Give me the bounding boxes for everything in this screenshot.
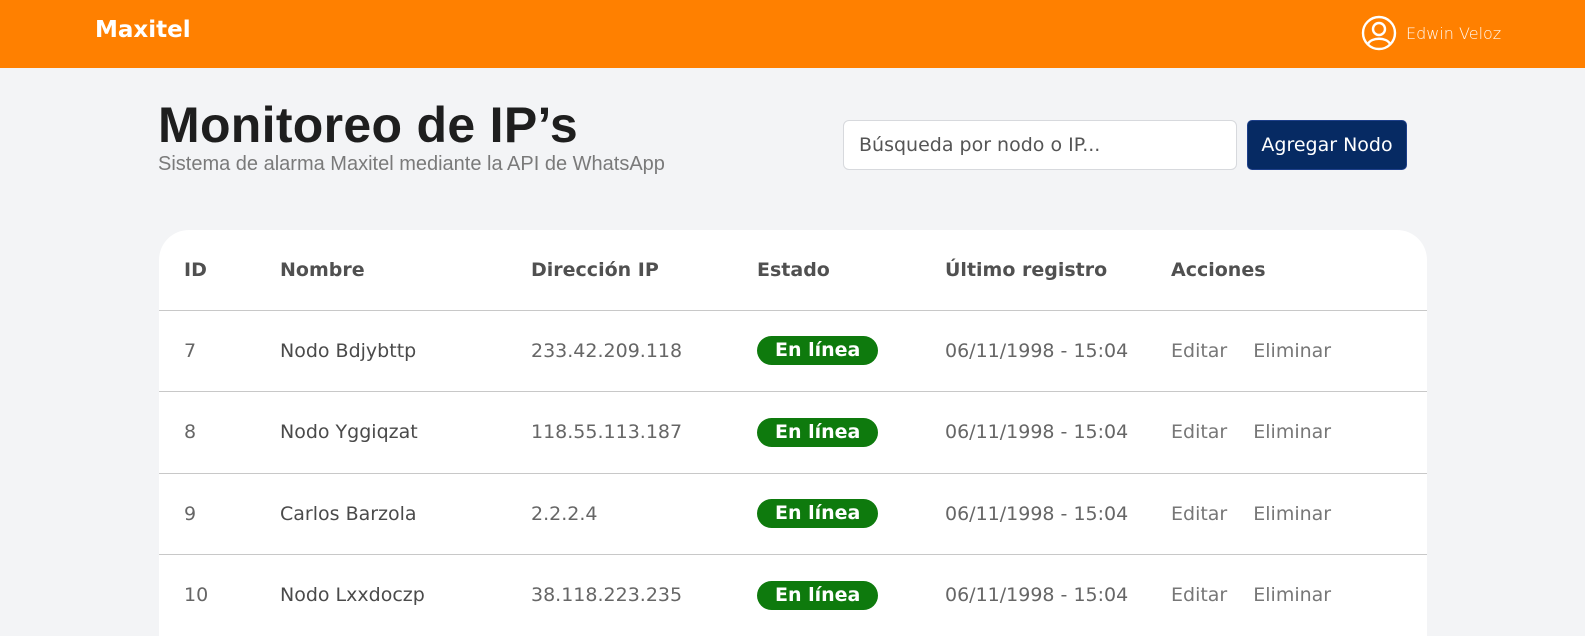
nodes-table: ID Nombre Dirección IP Estado Último reg… bbox=[159, 230, 1427, 636]
cell-last-record: 06/11/1998 - 15:04 bbox=[945, 502, 1129, 525]
cell-name: Nodo Lxxdoczp bbox=[280, 584, 425, 607]
delete-link[interactable]: Eliminar bbox=[1253, 340, 1331, 362]
cell-actions: Editar Eliminar bbox=[1146, 555, 1427, 636]
brand-logo[interactable]: Maxitel bbox=[95, 17, 191, 43]
edit-link[interactable]: Editar bbox=[1171, 503, 1227, 525]
cell-id: 10 bbox=[184, 584, 209, 607]
cell-status: En línea bbox=[732, 310, 920, 392]
edit-link[interactable]: Editar bbox=[1171, 584, 1227, 606]
delete-link[interactable]: Eliminar bbox=[1253, 421, 1331, 443]
cell-ip: 118.55.113.187 bbox=[531, 421, 683, 444]
nodes-table-card: ID Nombre Dirección IP Estado Último reg… bbox=[159, 230, 1427, 636]
cell-actions: Editar Eliminar bbox=[1146, 310, 1427, 392]
cell-last-record: 06/11/1998 - 15:04 bbox=[945, 339, 1129, 362]
table-header-row: ID Nombre Dirección IP Estado Último reg… bbox=[159, 230, 1427, 310]
cell-name: Nodo Bdjybttp bbox=[280, 339, 417, 362]
column-header-actions: Acciones bbox=[1171, 258, 1266, 281]
table-row: 10 Nodo Lxxdoczp 38.118.223.235 En línea… bbox=[159, 555, 1427, 636]
edit-link[interactable]: Editar bbox=[1171, 421, 1227, 443]
column-header-name: Nombre bbox=[280, 258, 365, 281]
page-subtitle: Sistema de alarma Maxitel mediante la AP… bbox=[158, 153, 665, 175]
add-node-button[interactable]: Agregar Nodo bbox=[1247, 120, 1407, 170]
user-menu[interactable]: Edwin Veloz bbox=[1361, 15, 1501, 51]
status-badge: En línea bbox=[757, 417, 879, 447]
status-badge: En línea bbox=[757, 336, 879, 366]
cell-last-record: 06/11/1998 - 15:04 bbox=[945, 421, 1129, 444]
cell-status: En línea bbox=[732, 392, 920, 474]
table-row: 9 Carlos Barzola 2.2.2.4 En línea 06/11/… bbox=[159, 473, 1427, 555]
column-header-ip: Dirección IP bbox=[531, 258, 659, 281]
cell-actions: Editar Eliminar bbox=[1146, 473, 1427, 555]
cell-id: 7 bbox=[184, 339, 197, 362]
user-name: Edwin Veloz bbox=[1406, 23, 1502, 43]
cell-ip: 2.2.2.4 bbox=[531, 502, 598, 525]
cell-id: 9 bbox=[184, 502, 197, 525]
status-badge: En línea bbox=[757, 580, 879, 610]
cell-last-record: 06/11/1998 - 15:04 bbox=[945, 584, 1129, 607]
search-input[interactable] bbox=[843, 120, 1237, 170]
cell-status: En línea bbox=[732, 555, 920, 636]
column-header-status: Estado bbox=[757, 258, 830, 281]
page-title: Monitoreo de IP’s bbox=[158, 97, 578, 153]
table-row: 7 Nodo Bdjybttp 233.42.209.118 En línea … bbox=[159, 310, 1427, 392]
delete-link[interactable]: Eliminar bbox=[1253, 503, 1331, 525]
cell-ip: 38.118.223.235 bbox=[531, 584, 683, 607]
top-navbar: Maxitel Edwin Veloz bbox=[0, 0, 1585, 68]
cell-status: En línea bbox=[732, 473, 920, 555]
delete-link[interactable]: Eliminar bbox=[1253, 584, 1331, 606]
cell-ip: 233.42.209.118 bbox=[531, 339, 683, 362]
cell-name: Carlos Barzola bbox=[280, 502, 417, 525]
cell-name: Nodo Yggiqzat bbox=[280, 421, 418, 444]
edit-link[interactable]: Editar bbox=[1171, 340, 1227, 362]
table-row: 8 Nodo Yggiqzat 118.55.113.187 En línea … bbox=[159, 392, 1427, 474]
column-header-last-record: Último registro bbox=[945, 258, 1108, 281]
cell-id: 8 bbox=[184, 421, 197, 444]
column-header-id: ID bbox=[184, 258, 207, 281]
user-circle-icon bbox=[1361, 15, 1397, 51]
status-badge: En línea bbox=[757, 499, 879, 529]
cell-actions: Editar Eliminar bbox=[1146, 392, 1427, 474]
